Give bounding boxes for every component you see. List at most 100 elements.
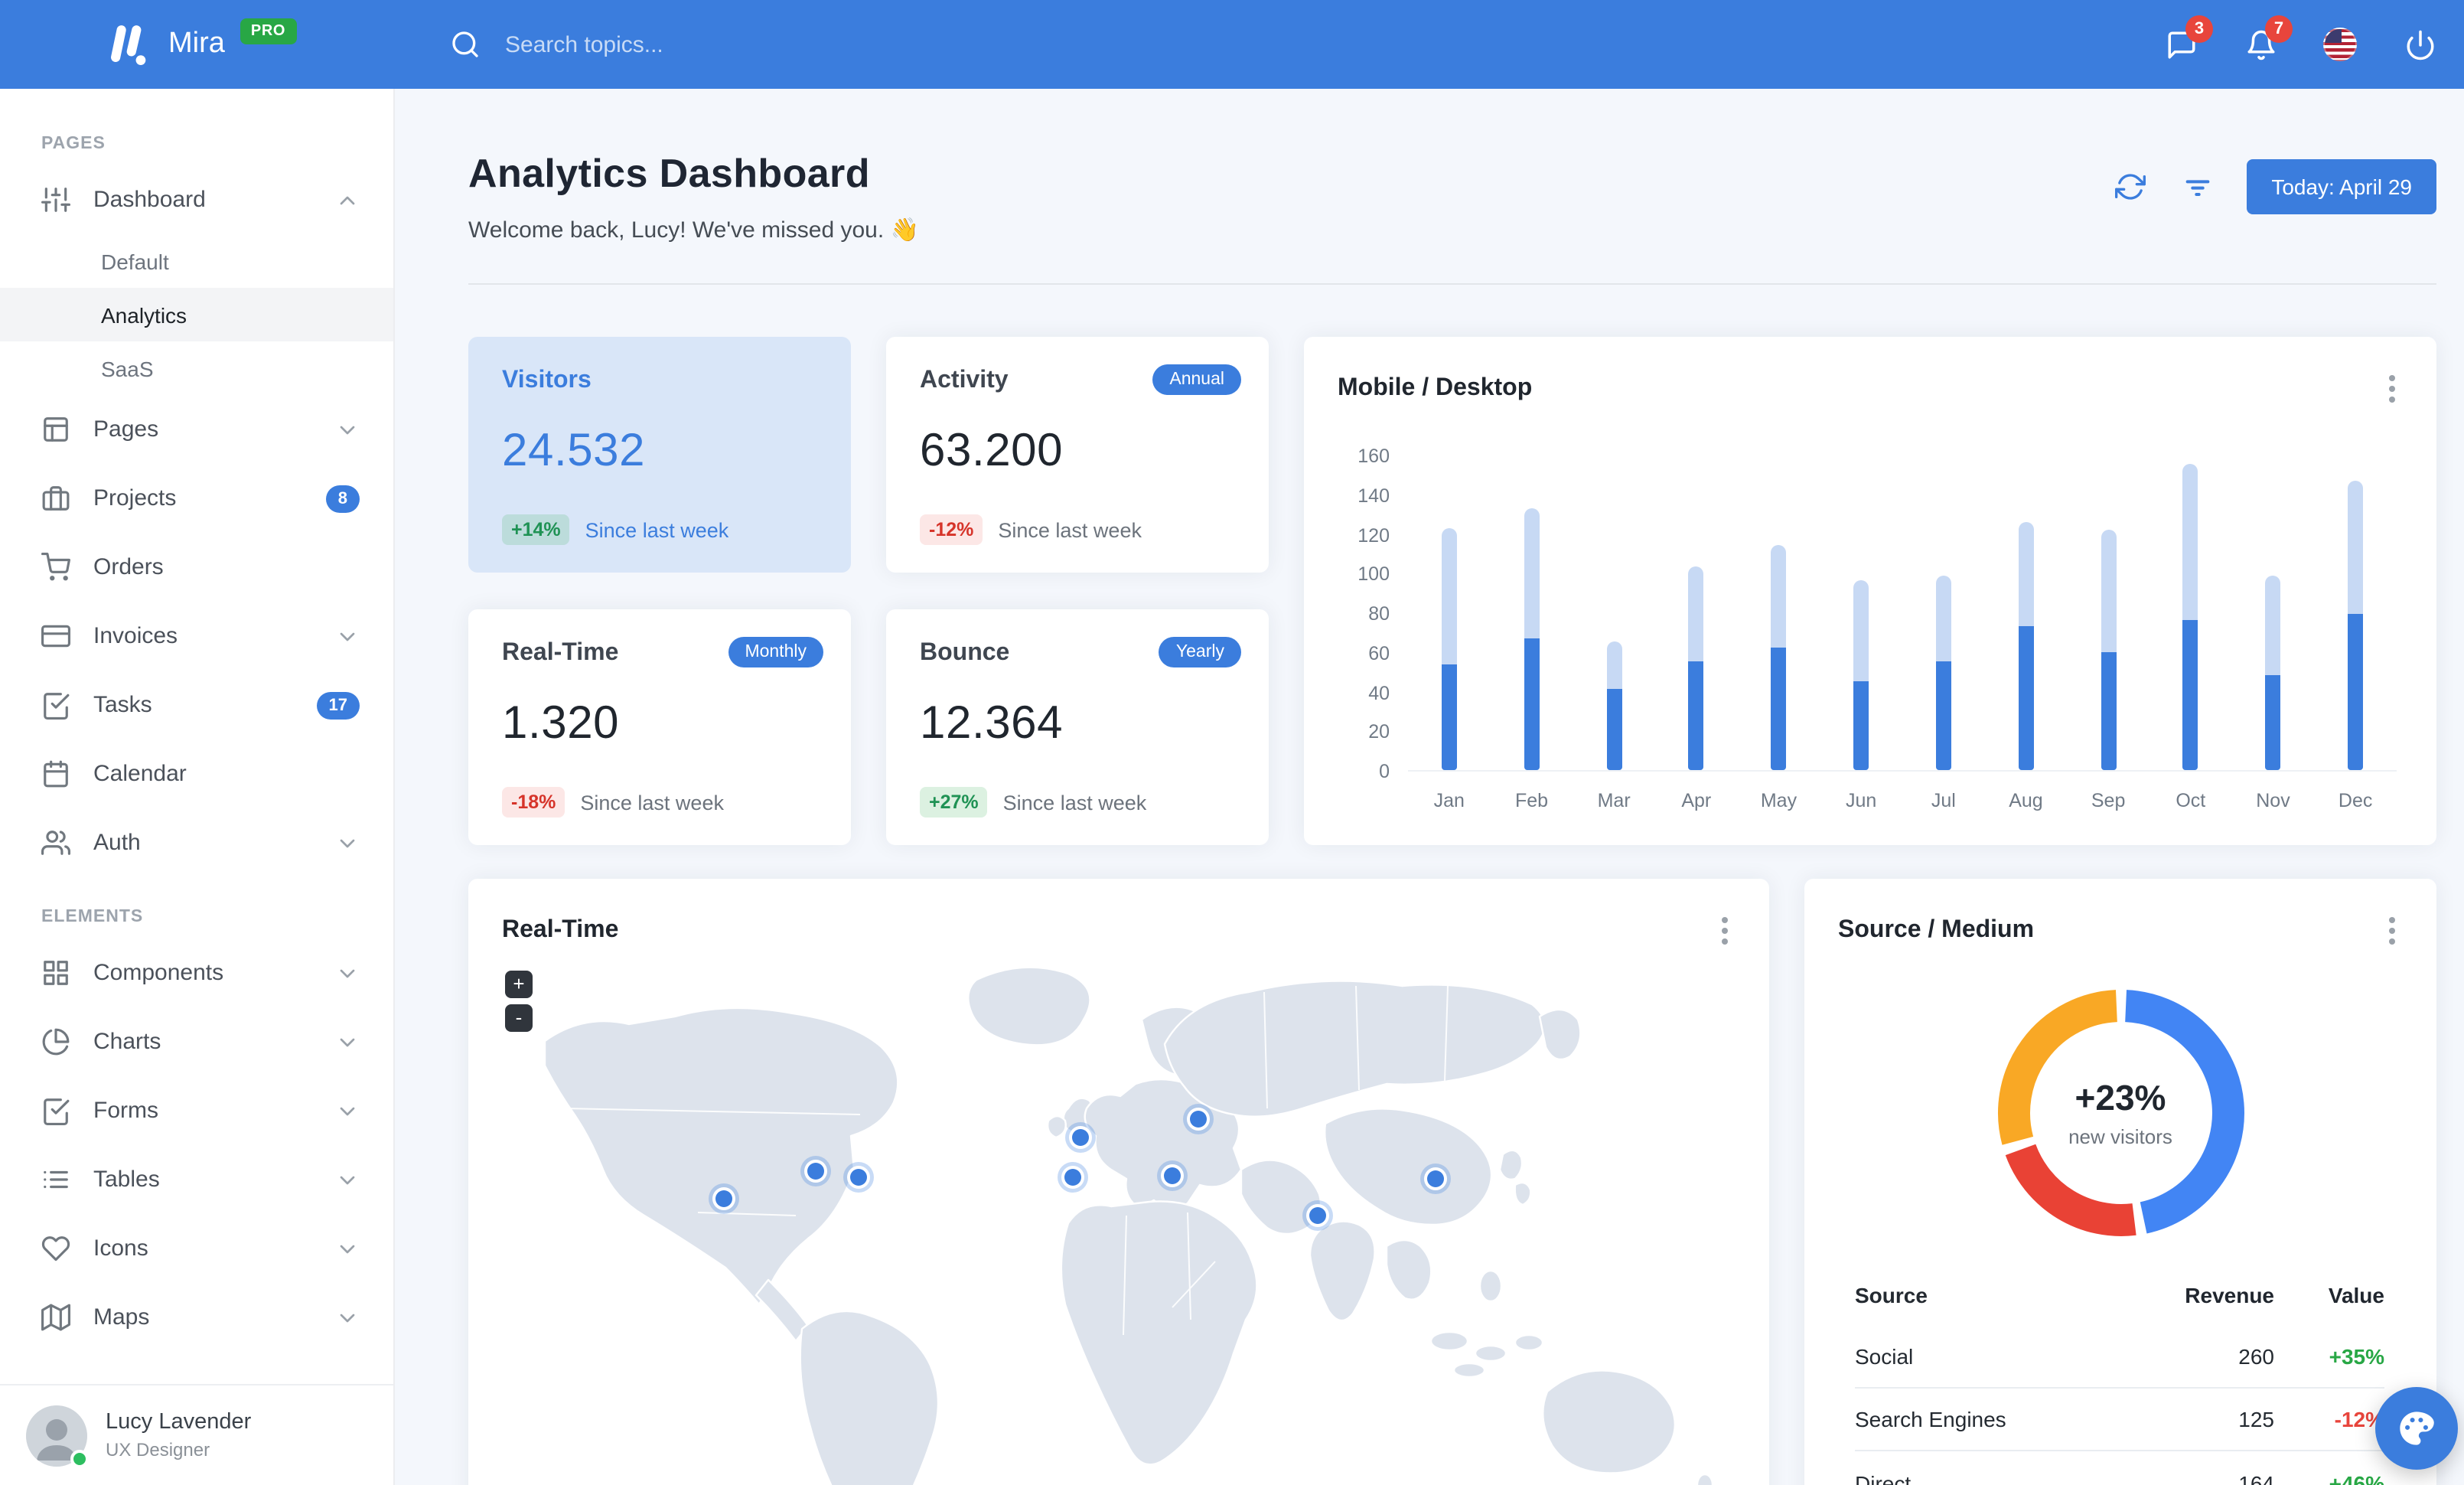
sidebar-item-label: Dashboard bbox=[93, 187, 206, 213]
messages-button[interactable]: 3 bbox=[2149, 12, 2213, 77]
language-button[interactable] bbox=[2308, 12, 2372, 77]
stat-value: 12.364 bbox=[920, 698, 1064, 749]
y-tick-label: 140 bbox=[1357, 485, 1390, 507]
sidebar-item-label: Orders bbox=[93, 554, 164, 580]
bar-jul bbox=[1935, 575, 1951, 770]
notifications-button[interactable]: 7 bbox=[2228, 12, 2293, 77]
filter-icon bbox=[2185, 180, 2210, 196]
x-tick-label: Sep bbox=[2091, 790, 2126, 811]
sidebar-item-charts[interactable]: Charts bbox=[0, 1007, 393, 1076]
page-header: Analytics Dashboard Welcome back, Lucy! … bbox=[468, 147, 2436, 243]
sidebar-user[interactable]: Lucy Lavender UX Designer bbox=[0, 1384, 393, 1485]
y-tick-label: 80 bbox=[1368, 603, 1390, 625]
sidebar-item-label: Calendar bbox=[93, 761, 187, 787]
sidebar-item-dashboard[interactable]: Dashboard bbox=[0, 165, 393, 234]
bar-apr bbox=[1688, 566, 1704, 770]
realtime-map-card: Real-Time + - bbox=[468, 879, 1769, 1485]
mira-logo-icon bbox=[111, 25, 146, 65]
chevron-down-icon bbox=[340, 1313, 355, 1322]
map-card-title: Real-Time bbox=[502, 917, 619, 943]
source-table: Source Revenue Value Social 260 +35% Sea… bbox=[1855, 1265, 2384, 1485]
source-medium-card: Source / Medium +23% new visitors Source… bbox=[1804, 879, 2436, 1485]
bars bbox=[1408, 456, 2397, 770]
sidebar-item-tasks[interactable]: Tasks 17 bbox=[0, 671, 393, 739]
check-square-icon bbox=[44, 1098, 70, 1125]
chevron-down-icon bbox=[340, 632, 355, 641]
sidebar-item-maps[interactable]: Maps bbox=[0, 1283, 393, 1352]
stat-caption: Since last week bbox=[998, 518, 1142, 541]
x-tick-label: Aug bbox=[2009, 790, 2043, 811]
map-marker bbox=[1309, 1207, 1326, 1224]
search-input[interactable] bbox=[502, 30, 931, 59]
notifications-count-badge: 7 bbox=[2265, 15, 2293, 43]
sidebar-item-components[interactable]: Components bbox=[0, 938, 393, 1007]
chevron-down-icon bbox=[340, 968, 355, 977]
stats-grid: Visitors 24.532 +14% Since last week Act… bbox=[468, 337, 1269, 845]
page-title: Analytics Dashboard bbox=[468, 150, 870, 196]
credit-card-icon bbox=[41, 625, 70, 648]
main-content: Analytics Dashboard Welcome back, Lucy! … bbox=[395, 89, 2464, 1485]
period-badge[interactable]: Annual bbox=[1152, 364, 1241, 395]
sidebar-item-auth[interactable]: Auth bbox=[0, 808, 393, 877]
layout-icon bbox=[44, 417, 68, 442]
refresh-button[interactable] bbox=[2112, 168, 2149, 205]
world-map[interactable] bbox=[468, 955, 1769, 1485]
brand[interactable]: Mira PRO bbox=[0, 18, 395, 67]
source-menu-button[interactable] bbox=[2381, 909, 2403, 952]
sidebar-item-icons[interactable]: Icons bbox=[0, 1214, 393, 1283]
sidebar-item-tables[interactable]: Tables bbox=[0, 1145, 393, 1214]
navbar-actions: 3 7 bbox=[2149, 12, 2464, 77]
map-marker bbox=[715, 1190, 732, 1207]
pie-chart-icon bbox=[42, 1028, 70, 1056]
sidebar-item-pages[interactable]: Pages bbox=[0, 395, 393, 464]
sidebar-subitem-analytics[interactable]: Analytics bbox=[0, 288, 393, 341]
chevron-up-icon bbox=[340, 195, 355, 204]
sidebar-item-orders[interactable]: Orders bbox=[0, 533, 393, 602]
today-button[interactable]: Today: April 29 bbox=[2247, 159, 2436, 214]
bar-feb bbox=[1524, 508, 1540, 770]
sidebar-item-invoices[interactable]: Invoices bbox=[0, 602, 393, 671]
zoom-out-button[interactable]: - bbox=[505, 1004, 533, 1032]
logout-button[interactable] bbox=[2387, 12, 2452, 77]
period-badge[interactable]: Monthly bbox=[728, 637, 823, 667]
donut-chart bbox=[1804, 974, 2436, 1252]
sidebar-section-label: PAGES bbox=[41, 135, 106, 153]
sidebar-subitem-saas[interactable]: SaaS bbox=[0, 341, 393, 395]
stat-title: Visitors bbox=[502, 367, 592, 393]
map-marker bbox=[1427, 1170, 1444, 1187]
x-tick-label: Feb bbox=[1514, 790, 1549, 811]
map-marker bbox=[1072, 1129, 1089, 1146]
x-tick-label: Nov bbox=[2256, 790, 2290, 811]
chevron-down-icon bbox=[340, 1106, 355, 1115]
bar-sep bbox=[2101, 529, 2117, 770]
y-tick-label: 120 bbox=[1357, 524, 1390, 546]
sidebar-item-label: Projects bbox=[93, 485, 177, 511]
map-marker bbox=[1190, 1111, 1207, 1128]
sidebar-subitem-default[interactable]: Default bbox=[0, 234, 393, 288]
period-badge[interactable]: Yearly bbox=[1159, 637, 1241, 667]
y-tick-label: 40 bbox=[1368, 682, 1390, 703]
welcome-message: Welcome back, Lucy! We've missed you. 👋 bbox=[468, 217, 919, 243]
sidebar-item-calendar[interactable]: Calendar bbox=[0, 739, 393, 808]
filter-button[interactable] bbox=[2179, 168, 2216, 205]
map-zoom-controls: + - bbox=[505, 971, 533, 1038]
pro-badge: PRO bbox=[240, 18, 297, 44]
theme-settings-fab[interactable] bbox=[2375, 1387, 2458, 1470]
zoom-in-button[interactable]: + bbox=[505, 971, 533, 998]
global-search bbox=[450, 29, 931, 60]
sidebar-badge: 8 bbox=[325, 485, 360, 512]
bar-jun bbox=[1853, 580, 1869, 770]
map-marker bbox=[1064, 1169, 1081, 1186]
chart-menu-button[interactable] bbox=[2381, 367, 2403, 410]
messages-count-badge: 3 bbox=[2185, 15, 2213, 43]
list-icon bbox=[44, 1170, 68, 1189]
sidebar-item-forms[interactable]: Forms bbox=[0, 1076, 393, 1145]
mobile-desktop-card: Mobile / Desktop 0 20 40 60 80 100 120 140 160 bbox=[1304, 337, 2436, 845]
bottom-row: Real-Time + - Source / Medium +23% new v… bbox=[468, 879, 2436, 1485]
map-menu-button[interactable] bbox=[1714, 909, 1736, 952]
users-icon bbox=[41, 831, 70, 855]
sidebar-item-label: Components bbox=[93, 960, 224, 986]
calendar-icon bbox=[44, 760, 68, 788]
sidebar-item-projects[interactable]: Projects 8 bbox=[0, 464, 393, 533]
stat-card-real-time: Real-Time Monthly 1.320 -18% Since last … bbox=[468, 609, 851, 845]
